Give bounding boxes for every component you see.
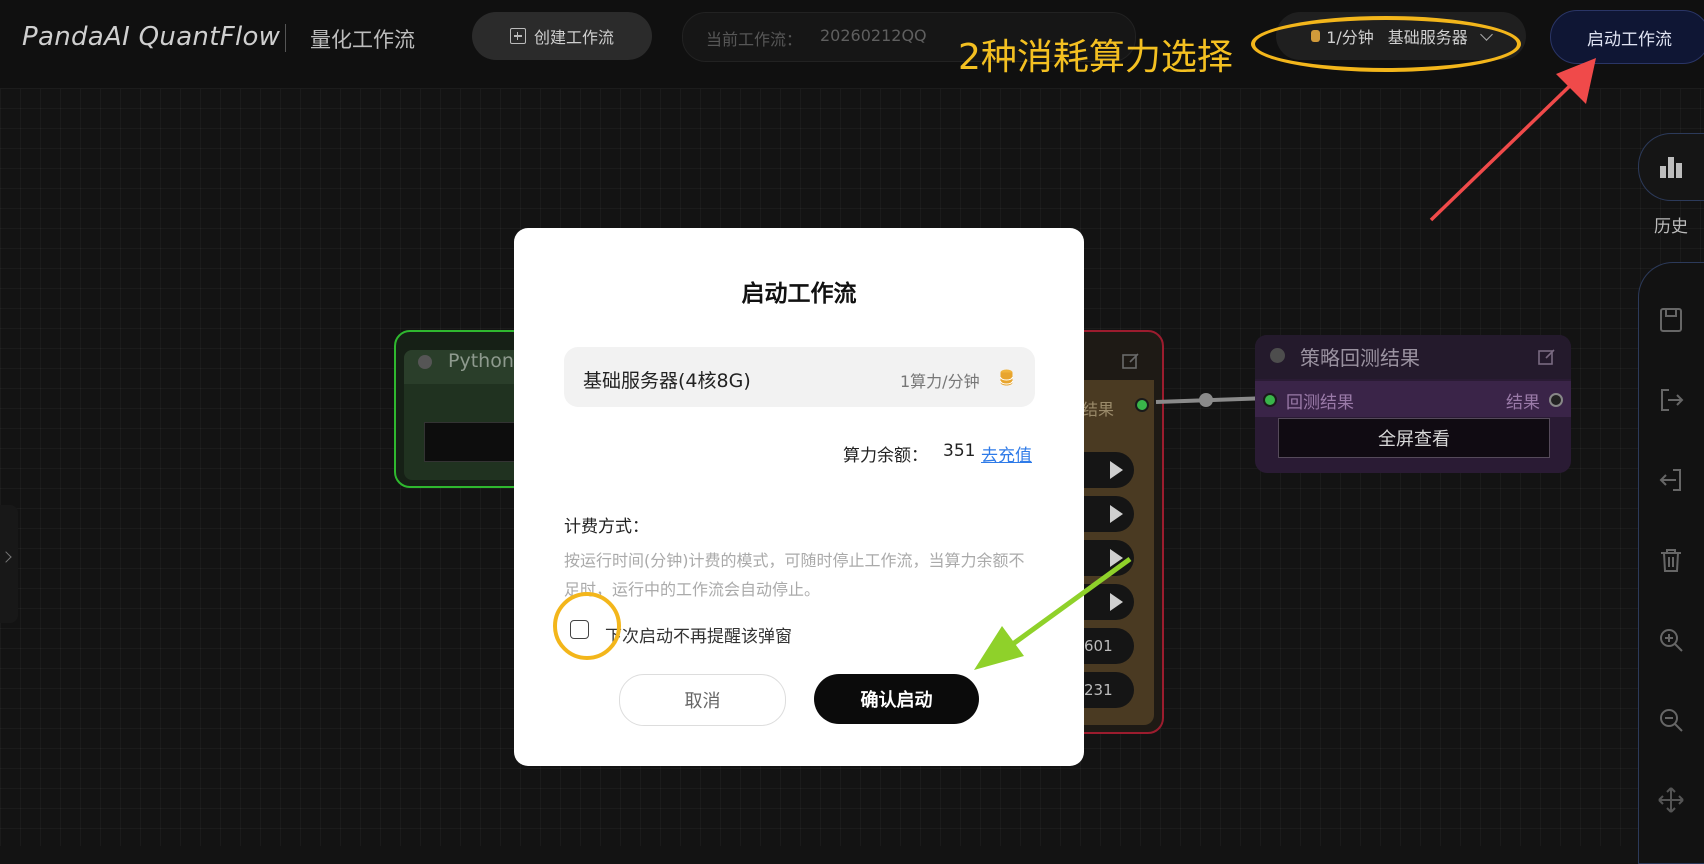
play-icon xyxy=(1110,593,1123,611)
dont-remind-label[interactable]: 下次启动不再提醒该弹窗 xyxy=(605,622,792,647)
annotation-circle xyxy=(553,592,621,660)
result-input-label: 回测结果 xyxy=(1286,393,1354,413)
server-option-name: 基础服务器(4核8G) xyxy=(583,370,751,392)
run-pill[interactable] xyxy=(1082,584,1134,620)
input-port[interactable] xyxy=(1263,393,1277,407)
billing-label: 计费方式： xyxy=(564,517,649,537)
dialog-title: 启动工作流 xyxy=(741,281,857,307)
result-output-label: 结果 xyxy=(1506,393,1540,413)
start-workflow-button[interactable]: 启动工作流 xyxy=(1550,10,1704,64)
left-panel-toggle[interactable] xyxy=(0,505,18,623)
confirm-start-button[interactable]: 确认启动 xyxy=(814,674,979,724)
python-node-title: Python xyxy=(448,350,514,372)
run-pill[interactable] xyxy=(1082,496,1134,532)
result-node-title: 策略回测结果 xyxy=(1300,346,1420,370)
zoom-in-icon[interactable] xyxy=(1657,626,1685,654)
coin-stack-icon xyxy=(1000,369,1013,386)
history-label: 历史 xyxy=(1654,217,1688,237)
output-port[interactable] xyxy=(1135,398,1149,412)
pill-value: 231 xyxy=(1084,681,1113,699)
play-icon xyxy=(1110,549,1123,567)
app-logo: PandaAI QuantFlow xyxy=(22,22,281,52)
header-divider xyxy=(285,24,286,52)
cancel-button[interactable]: 取消 xyxy=(619,674,786,726)
run-pill[interactable] xyxy=(1082,452,1134,488)
value-pill[interactable]: 231 xyxy=(1082,672,1134,708)
start-workflow-label: 启动工作流 xyxy=(1587,29,1672,50)
node-status-dot xyxy=(1270,348,1285,363)
pill-value: 601 xyxy=(1084,637,1113,655)
node-status-dot xyxy=(418,355,432,369)
annotation-ellipse xyxy=(1251,16,1521,72)
start-workflow-dialog xyxy=(514,228,1084,766)
zoom-out-icon[interactable] xyxy=(1657,706,1685,734)
wire-midpoint[interactable] xyxy=(1199,393,1213,407)
play-icon xyxy=(1110,461,1123,479)
create-workflow-label: 创建工作流 xyxy=(533,28,614,47)
play-icon xyxy=(1110,505,1123,523)
billing-description: 按运行时间(分钟)计费的模式，可随时停止工作流，当算力余额不足时，运行中的工作流… xyxy=(564,551,1025,599)
backtest-output-label: 结果 xyxy=(1082,400,1115,419)
chevron-right-icon xyxy=(0,551,12,563)
export-icon[interactable] xyxy=(1657,386,1685,414)
create-workflow-button[interactable]: 创建工作流 xyxy=(472,12,652,60)
edit-icon[interactable] xyxy=(1122,352,1140,370)
current-workflow-label: 当前工作流： xyxy=(706,30,803,49)
run-pill[interactable] xyxy=(1082,540,1134,576)
recharge-link[interactable]: 去充值 xyxy=(981,441,1032,466)
server-option-price: 1算力/分钟 xyxy=(900,372,980,391)
app-subtitle: 量化工作流 xyxy=(310,28,415,52)
balance-value: 351 xyxy=(943,441,976,461)
output-port[interactable] xyxy=(1549,393,1563,407)
edit-icon[interactable] xyxy=(1538,348,1556,366)
plus-square-icon xyxy=(509,28,526,44)
current-workflow-value: 20260212QQ xyxy=(820,26,927,45)
annotation-text: 2种消耗算力选择 xyxy=(958,37,1233,78)
fullscreen-view-button[interactable]: 全屏查看 xyxy=(1278,418,1550,458)
value-pill[interactable]: 601 xyxy=(1082,628,1134,664)
move-icon[interactable] xyxy=(1657,786,1685,814)
import-icon[interactable] xyxy=(1657,466,1685,494)
trash-icon[interactable] xyxy=(1657,546,1685,574)
bar-chart-icon xyxy=(1660,157,1682,178)
save-icon[interactable] xyxy=(1657,306,1685,334)
balance-label: 算力余额： xyxy=(843,446,928,466)
